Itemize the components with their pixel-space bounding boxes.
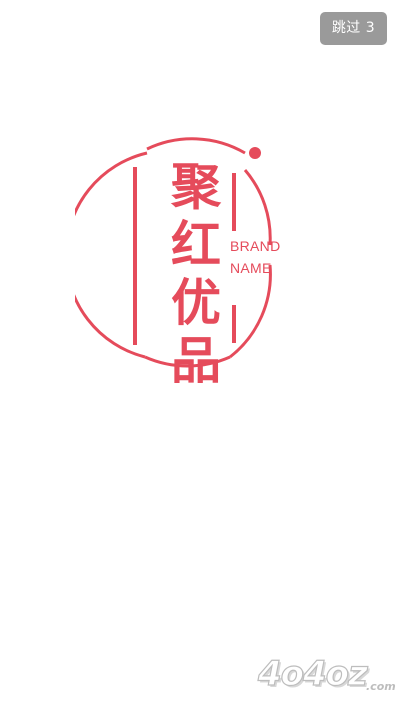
- brand-subtitle-line1: BRAND: [230, 238, 281, 254]
- site-watermark: 4o4oz .com: [246, 650, 396, 706]
- brand-char-1: 聚: [171, 158, 221, 216]
- watermark-suffix-text: .com: [366, 680, 396, 693]
- brand-char-2: 红: [171, 216, 221, 274]
- logo-ring-top-arc: [146, 137, 246, 155]
- brand-char-3: 优: [171, 274, 221, 332]
- brand-name-vertical: 聚 红 优 品: [164, 158, 228, 390]
- brand-subtitle: BRAND NAME: [230, 235, 281, 279]
- brand-subtitle-line2: NAME: [230, 260, 272, 276]
- skip-countdown-button[interactable]: 跳过 3: [320, 12, 387, 45]
- logo-accent-dot: [249, 147, 261, 159]
- brand-char-4: 品: [171, 332, 221, 390]
- watermark-main-text: 4o4oz: [257, 653, 368, 694]
- logo-ring-top-right-arc: [243, 169, 272, 246]
